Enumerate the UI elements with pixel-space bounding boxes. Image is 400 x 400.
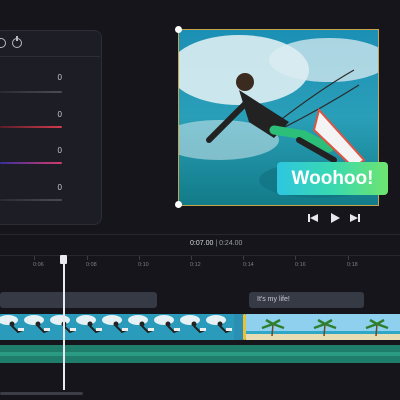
panel-splitter[interactable] [0,234,400,235]
gauge-icon[interactable] [12,36,22,48]
current-time: 0:07.00 [190,240,214,247]
resize-handle-bottom-left[interactable] [175,201,182,208]
filmstrip-palms [246,312,400,342]
adjust-value-3: 0 [57,146,62,155]
play-icon[interactable] [330,213,340,223]
adjust-slider-2[interactable] [0,126,62,128]
caption-text: Woohoo! [291,168,374,189]
adjust-value-4: 0 [57,183,62,192]
playhead-handle[interactable] [60,255,67,264]
resize-handle-top-left[interactable] [175,26,182,33]
video-clip-2[interactable] [246,312,400,342]
ruler-line [295,256,296,260]
ruler-line [34,256,35,260]
text-clip-1[interactable] [0,292,157,308]
timeline-scrollbar[interactable] [0,392,83,395]
audio-track[interactable] [0,345,400,363]
audio-waveform [0,352,400,356]
filmstrip-surf [0,313,235,341]
ruler-line [87,256,88,260]
time-separator: | [215,240,218,247]
ruler-tick: 0:16 [295,262,306,268]
adjust-value-2: 0 [57,110,62,119]
total-time: 0:24.00 [219,240,243,247]
ruler-line [243,256,244,260]
ruler-tick: 0:18 [347,262,358,268]
ruler-tick: 0:08 [86,262,97,268]
playhead[interactable] [63,256,65,390]
adjust-value-1: 0 [57,73,62,82]
caption-overlay[interactable]: Woohoo! [277,162,388,195]
time-display: 0:07.00 | 0:24.00 [190,240,242,247]
ruler-tick: 0:14 [243,262,254,268]
adjust-slider-3[interactable] [0,162,62,164]
adjust-slider-4[interactable] [0,199,62,201]
text-clip-label: It's my life! [257,296,290,303]
skip-back-icon[interactable] [308,213,318,223]
ruler-line [139,256,140,260]
ruler-line [191,256,192,260]
ruler-tick: 0:12 [190,262,201,268]
ruler-tick: 0:06 [33,262,44,268]
adjust-slider-1[interactable] [0,91,62,93]
panel-divider [0,56,100,57]
ruler-line [348,256,349,260]
ruler-tick: 0:10 [138,262,149,268]
skip-forward-icon[interactable] [350,213,360,223]
video-clip-1[interactable] [0,313,243,341]
